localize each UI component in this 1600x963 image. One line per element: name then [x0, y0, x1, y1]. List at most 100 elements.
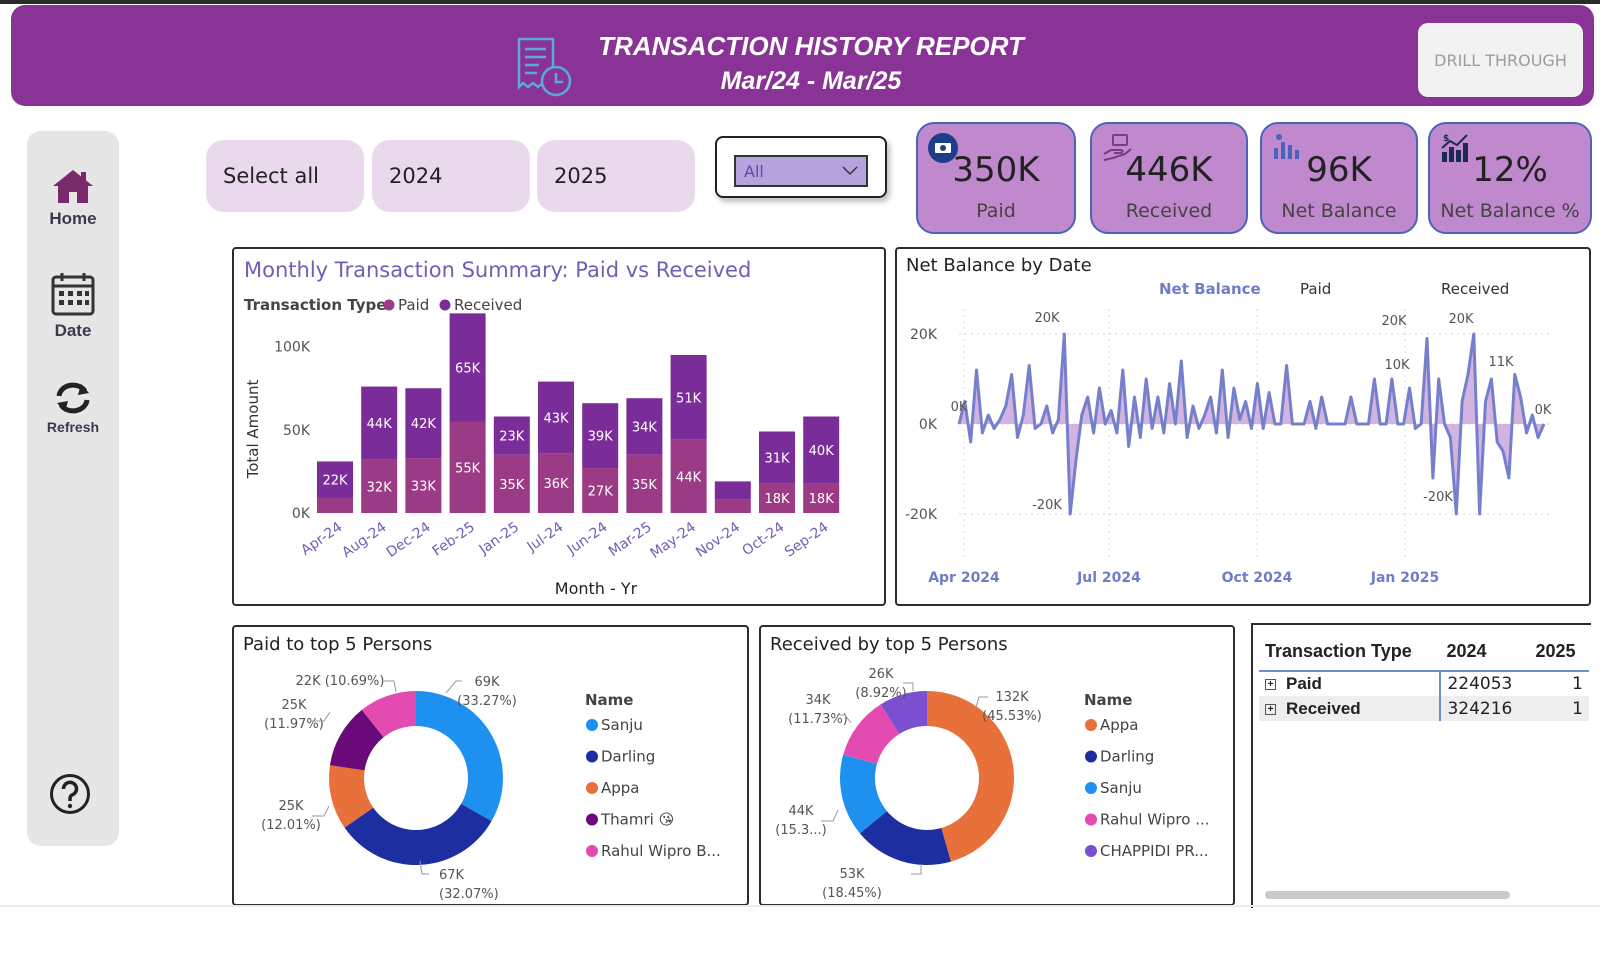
legend-title: Name [585, 691, 633, 709]
help-icon[interactable] [49, 773, 91, 815]
legend-label: Appa [1100, 716, 1139, 734]
leader-line [384, 680, 397, 693]
year-2024-button[interactable]: 2024 [372, 140, 530, 212]
chart-title: Monthly Transaction Summary: Paid vs Rec… [244, 258, 751, 282]
expand-icon[interactable]: + [1265, 703, 1276, 715]
bar-data-label: 51K [676, 391, 702, 406]
x-tick-label: Jul-24 [524, 519, 567, 556]
donut-data-label: (11.73%) [788, 712, 848, 727]
donut-data-label: (45.53%) [982, 709, 1042, 724]
kpi-net-balance-value: 96K [1306, 150, 1372, 190]
donut-data-label: (32.07%) [439, 887, 499, 902]
table-row[interactable]: + Received 324216 1 [1259, 696, 1589, 721]
donut-data-label: 53K [839, 867, 865, 882]
donut-data-label: 34K [805, 693, 831, 708]
matrix-header-2025: 2025 [1529, 637, 1589, 672]
annotation-label: 20K [1034, 311, 1060, 326]
kpi-paid-card: 350K Paid [916, 122, 1076, 234]
legend-marker [586, 750, 598, 763]
kpi-net-balance-label: Net Balance [1281, 200, 1397, 222]
leader-line [445, 680, 462, 694]
table-row[interactable]: + Paid 224053 1 [1259, 671, 1589, 696]
legend-label: Rahul Wipro ... [1100, 811, 1210, 829]
monthly-summary-panel: Monthly Transaction Summary: Paid vs Rec… [232, 247, 886, 606]
select-all-button[interactable]: Select all [206, 140, 364, 212]
x-tick-label: Mar-25 [606, 519, 655, 560]
bar-data-label: 39K [588, 430, 614, 445]
bar-data-label: 44K [367, 417, 393, 432]
year-2025-button[interactable]: 2025 [537, 140, 695, 212]
bar-data-label: 33K [411, 480, 437, 495]
donut-data-label: 26K [868, 667, 894, 682]
bar-data-label: 43K [543, 411, 569, 426]
leader-line [312, 805, 330, 817]
annotation-label: -20K [1423, 490, 1453, 505]
row-2025-cell: 1 [1529, 671, 1589, 696]
row-type-cell: + Paid [1259, 671, 1442, 696]
bar-data-label: 34K [632, 420, 658, 435]
y-tick-label: 0K [292, 506, 311, 522]
nav-date[interactable]: Date [27, 271, 119, 341]
dashboard-canvas: TRANSACTION HISTORY REPORT Mar/24 - Mar/… [0, 0, 1600, 963]
horizontal-scrollbar[interactable] [1265, 891, 1510, 899]
bar-data-label: 22K [322, 474, 348, 489]
x-tick-label: Oct-24 [740, 519, 788, 559]
row-2024-cell: 324216 [1440, 696, 1530, 721]
matrix-header-2024: 2024 [1440, 637, 1530, 672]
donut-data-label: (8.92%) [855, 686, 906, 701]
y-tick-label: 100K [274, 340, 311, 356]
row-type-label: Received [1286, 698, 1361, 718]
row-type-label: Paid [1286, 674, 1322, 693]
receipt-clock-icon [517, 37, 572, 97]
donut-data-label: 44K [788, 804, 814, 819]
legend-label: Sanju [601, 716, 643, 734]
filter-dropdown[interactable]: All [734, 155, 868, 187]
legend-label: Appa [601, 779, 640, 797]
donut-data-label: 22K (10.69%) [296, 674, 385, 689]
sidebar-nav: Home Date Refresh [27, 131, 119, 846]
dropdown-value: All [744, 161, 764, 181]
legend-label: Darling [601, 748, 655, 766]
legend-marker [1085, 845, 1097, 857]
y-tick-label: -20K [905, 507, 938, 523]
drill-through-button[interactable]: DRILL THROUGH [1418, 23, 1583, 97]
donut-data-label: 25K [278, 799, 304, 814]
legend-label: Received [454, 296, 522, 314]
top-strip [0, 0, 1600, 4]
x-tick-label: Jan 2025 [1370, 570, 1439, 586]
nav-refresh[interactable]: Refresh [27, 381, 119, 435]
annotation-label: 20K [1381, 314, 1407, 329]
legend-marker [586, 813, 598, 826]
matrix-header-type: Transaction Type [1259, 637, 1441, 672]
received-top5-panel: Received by top 5 Persons 132K (45.53%) 53K… [759, 625, 1235, 906]
expand-icon[interactable]: + [1265, 679, 1276, 690]
legend-label: Thamri 😘 [600, 811, 674, 829]
legend-label: Paid [1300, 280, 1331, 298]
home-icon [53, 170, 93, 203]
donut-data-label: (18.45%) [822, 886, 882, 901]
donut-slice [344, 803, 492, 865]
bar-data-label: 18K [809, 492, 835, 507]
row-type-cell: + Received [1259, 696, 1442, 721]
bar-data-label: 36K [543, 477, 569, 492]
nav-home[interactable]: Home [27, 167, 119, 229]
bar-data-label: 55K [455, 461, 481, 476]
kpi-paid-label: Paid [976, 200, 1016, 222]
donut-data-label: (11.97%) [264, 717, 324, 732]
leader-line [911, 864, 922, 875]
legend-label: Received [1441, 280, 1509, 298]
kpi-net-balance-card: 96K Net Balance [1260, 122, 1418, 234]
kpi-net-balance-pct-card: $ 12% Net Balance % [1428, 122, 1592, 234]
x-tick-label: Oct 2024 [1222, 570, 1293, 586]
donut-data-label: 25K [281, 698, 307, 713]
x-tick-label: Apr-24 [298, 519, 345, 559]
annotation-label: 10K [1384, 358, 1410, 373]
report-title: TRANSACTION HISTORY REPORT [598, 31, 1024, 61]
filter-dropdown-card: All [715, 136, 887, 198]
donut-data-label: 69K [474, 675, 500, 690]
donut-data-label: 132K [995, 690, 1029, 705]
paid-top5-donut-chart: Paid to top 5 Persons 69K (33.27%) 67K (32.0… [243, 634, 721, 902]
leader-line [975, 696, 988, 708]
kpi-received-card: 446K Received [1090, 122, 1248, 234]
received-top5-donut-chart: Received by top 5 Persons 132K (45.53%) 53K… [770, 634, 1210, 901]
